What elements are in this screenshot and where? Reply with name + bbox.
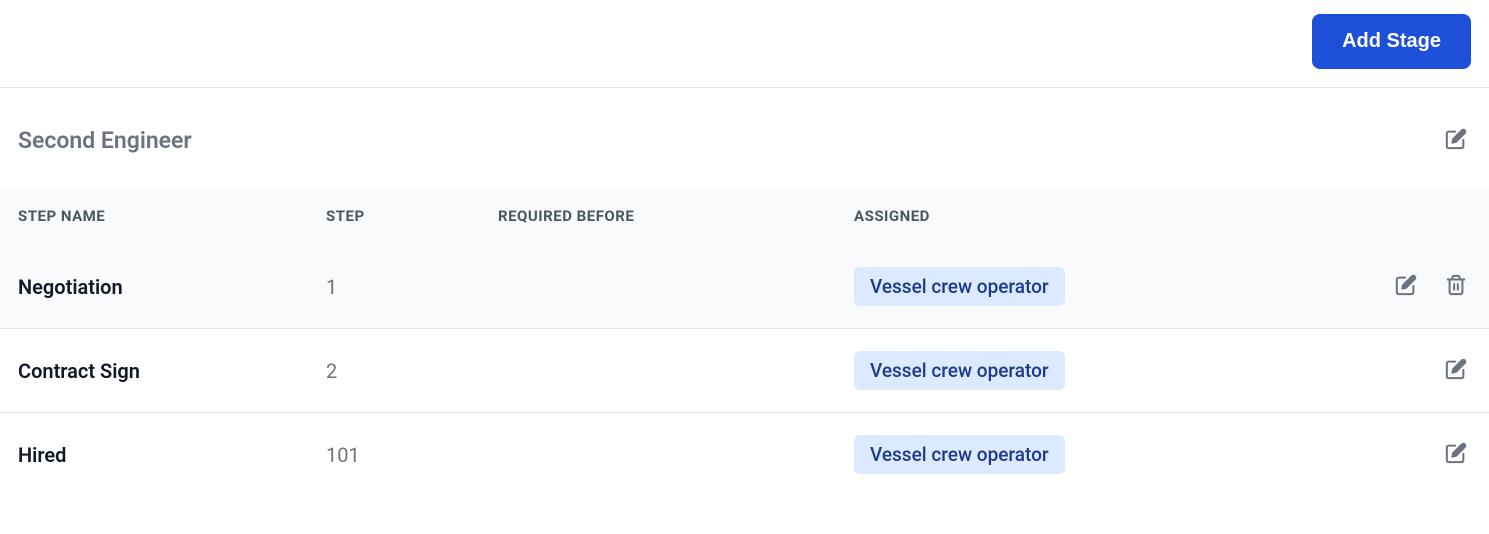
step-number-cell: 101 <box>326 443 498 467</box>
assigned-pill: Vessel crew operator <box>854 435 1065 474</box>
step-name-cell: Contract Sign <box>18 359 326 383</box>
step-name-cell: Hired <box>18 443 326 467</box>
edit-icon <box>1445 358 1467 383</box>
section-header: Second Engineer <box>0 88 1489 187</box>
edit-icon <box>1445 442 1467 467</box>
assigned-pill: Vessel crew operator <box>854 351 1065 390</box>
header-section: Add Stage <box>0 0 1489 88</box>
delete-row-button[interactable] <box>1441 270 1471 303</box>
edit-row-button[interactable] <box>1441 354 1471 387</box>
step-number-cell: 2 <box>326 359 498 383</box>
row-actions <box>1381 438 1471 471</box>
edit-icon <box>1395 274 1417 299</box>
column-header-step: STEP <box>326 207 498 225</box>
trash-icon <box>1445 274 1467 299</box>
section-title: Second Engineer <box>18 127 192 154</box>
row-actions <box>1381 270 1471 303</box>
row-actions <box>1381 354 1471 387</box>
column-header-assigned: ASSIGNED <box>854 207 1381 225</box>
step-number-cell: 1 <box>326 275 498 299</box>
column-header-actions <box>1381 207 1471 225</box>
edit-section-button[interactable] <box>1441 124 1471 157</box>
steps-table: STEP NAME STEP REQUIRED BEFORE ASSIGNED … <box>0 187 1489 496</box>
column-header-required-before: REQUIRED BEFORE <box>498 207 854 225</box>
table-row: Negotiation 1 Vessel crew operator <box>0 245 1489 329</box>
column-header-step-name: STEP NAME <box>18 207 326 225</box>
assigned-cell: Vessel crew operator <box>854 267 1381 306</box>
step-name-cell: Negotiation <box>18 275 326 299</box>
add-stage-button[interactable]: Add Stage <box>1312 14 1471 69</box>
table-row: Contract Sign 2 Vessel crew operator <box>0 329 1489 413</box>
edit-row-button[interactable] <box>1391 270 1421 303</box>
table-row: Hired 101 Vessel crew operator <box>0 413 1489 496</box>
assigned-cell: Vessel crew operator <box>854 351 1381 390</box>
edit-row-button[interactable] <box>1441 438 1471 471</box>
table-header-row: STEP NAME STEP REQUIRED BEFORE ASSIGNED <box>0 187 1489 245</box>
assigned-pill: Vessel crew operator <box>854 267 1065 306</box>
assigned-cell: Vessel crew operator <box>854 435 1381 474</box>
edit-icon <box>1445 128 1467 153</box>
